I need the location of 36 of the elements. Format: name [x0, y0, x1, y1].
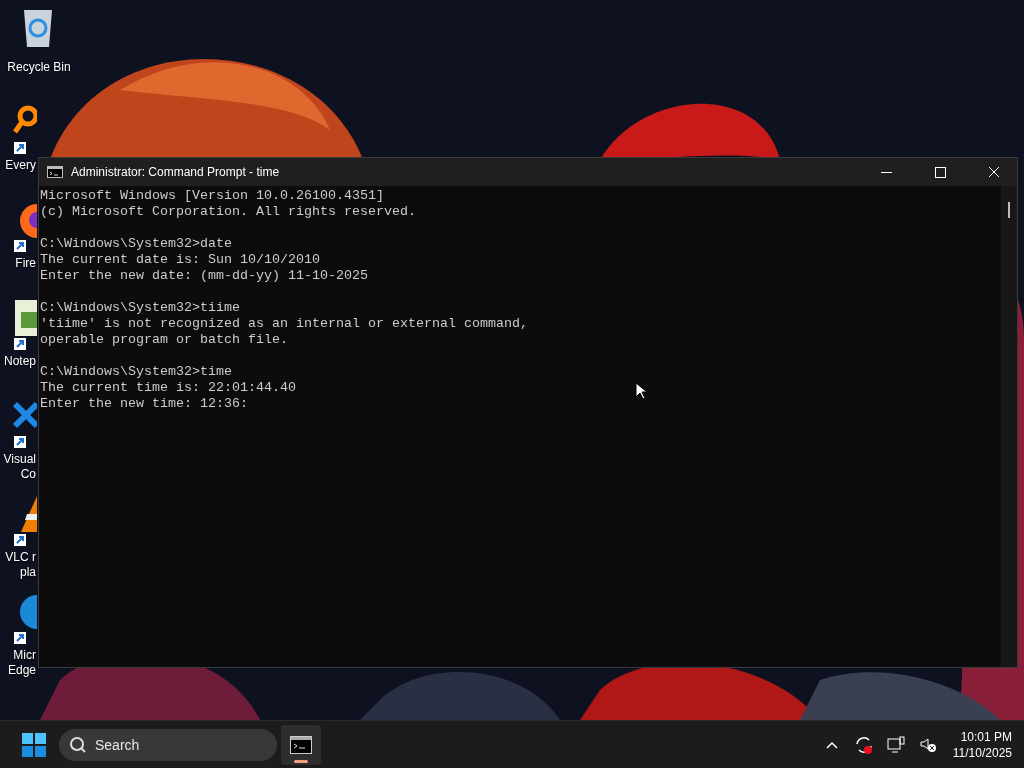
desktop-icon-label[interactable]: Notep [3, 354, 36, 369]
desktop-icon-label[interactable]: Co [20, 467, 36, 482]
desktop-icon-label[interactable]: Micr [13, 648, 36, 663]
clock[interactable]: 10:01 PM 11/10/2025 [948, 728, 1016, 761]
maximize-icon [934, 166, 946, 178]
desktop-icon-label[interactable]: VLC r [5, 550, 36, 565]
search-box[interactable]: Search [59, 728, 277, 761]
console-line: operable program or batch file. [40, 332, 288, 348]
console-line: (c) Microsoft Corporation. All rights reserved. [40, 204, 416, 220]
console-line: C:\Windows\System32>time [40, 364, 232, 380]
console-line: C:\Windows\System32>date [40, 236, 232, 252]
console-line: Enter the new time: 12:36: [40, 396, 248, 412]
notepad-icon [13, 300, 37, 336]
desktop-icon-label[interactable]: Visual [3, 452, 36, 467]
close-icon [988, 166, 1000, 178]
console-line: 'tiime' is not recognized as an internal or external command, [40, 316, 528, 332]
console-line: Microsoft Windows [Version 10.0.26100.4351] [40, 188, 384, 204]
windows-logo-icon [22, 732, 46, 757]
scroll-bar[interactable] [1001, 186, 1017, 667]
console-icon [47, 166, 63, 178]
terminal-icon [290, 735, 312, 754]
window-title: Administrator: Command Prompt - time [71, 165, 281, 179]
taskbar-app-button[interactable] [281, 724, 321, 765]
desktop-icon-label[interactable]: Recycle Bin [7, 60, 71, 75]
console-line: C:\Windows\System32>tiime [40, 300, 240, 316]
desktop-icon-label[interactable]: Every [5, 158, 36, 173]
mouse-pointer-icon [635, 382, 646, 400]
console-line: The current date is: Sun 10/10/2010 [40, 252, 320, 268]
minimize-icon [880, 171, 892, 173]
console-line: The current time is: 22:01:44.40 [40, 380, 296, 396]
search-field[interactable]: Search [95, 736, 245, 753]
desktop-icon-label[interactable]: Edge [7, 663, 36, 678]
desktop-icon-label[interactable]: pla [20, 565, 36, 580]
console-line: Enter the new date: (mm-dd-yy) 11-10-2025 [40, 268, 368, 284]
desktop-icon-label[interactable]: Fire [15, 256, 36, 271]
search-icon [69, 735, 87, 754]
